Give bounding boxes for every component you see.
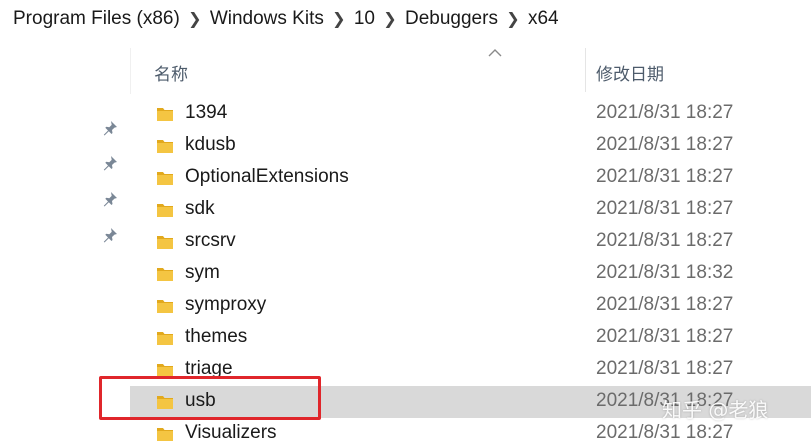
column-resize-handle[interactable] <box>585 48 586 92</box>
breadcrumb-item-x64[interactable]: x64 <box>528 8 559 30</box>
folder-icon <box>156 425 174 443</box>
file-row-sdk[interactable]: sdk 2021/8/31 18:27 <box>130 194 811 226</box>
breadcrumb-item-10[interactable]: 10 <box>354 8 375 30</box>
file-modified-date: 2021/8/31 18:27 <box>596 326 734 347</box>
column-header-row: 名称 修改日期 <box>130 44 811 94</box>
folder-icon <box>156 137 174 155</box>
sort-ascending-icon <box>488 49 502 57</box>
folder-icon <box>156 329 174 347</box>
file-row-symproxy[interactable]: symproxy 2021/8/31 18:27 <box>130 290 811 322</box>
folder-icon <box>156 201 174 219</box>
file-row-themes[interactable]: themes 2021/8/31 18:27 <box>130 322 811 354</box>
file-row-srcsrv[interactable]: srcsrv 2021/8/31 18:27 <box>130 226 811 258</box>
folder-icon <box>156 169 174 187</box>
file-name: Visualizers <box>185 422 277 443</box>
file-row-kdusb[interactable]: kdusb 2021/8/31 18:27 <box>130 130 811 162</box>
file-name: 1394 <box>185 102 228 123</box>
breadcrumb-item-windows-kits[interactable]: Windows Kits <box>210 8 324 30</box>
file-row-optionalextensions[interactable]: OptionalExtensions 2021/8/31 18:27 <box>130 162 811 194</box>
chevron-right-icon[interactable]: ❯ <box>375 9 405 29</box>
file-row-sym[interactable]: sym 2021/8/31 18:32 <box>130 258 811 290</box>
annotation-highlight-box <box>99 376 321 420</box>
pin-icon[interactable] <box>102 191 118 207</box>
breadcrumb-item-program-files-x86[interactable]: Program Files (x86) <box>13 8 180 30</box>
column-header-name[interactable]: 名称 <box>154 60 188 85</box>
pin-icon[interactable] <box>102 120 118 136</box>
column-divider <box>130 48 131 94</box>
file-name: sym <box>185 262 220 283</box>
folder-icon <box>156 265 174 283</box>
file-modified-date: 2021/8/31 18:27 <box>596 166 734 187</box>
file-name: symproxy <box>185 294 267 315</box>
chevron-right-icon[interactable]: ❯ <box>180 9 210 29</box>
pin-icon[interactable] <box>102 227 118 243</box>
folder-icon <box>156 105 174 123</box>
file-modified-date: 2021/8/31 18:27 <box>596 358 734 379</box>
file-modified-date: 2021/8/31 18:27 <box>596 294 734 315</box>
watermark: 知乎 @老狼 <box>662 398 769 422</box>
breadcrumb-item-debuggers[interactable]: Debuggers <box>405 8 498 30</box>
folder-icon <box>156 297 174 315</box>
file-name: OptionalExtensions <box>185 166 349 187</box>
chevron-right-icon[interactable]: ❯ <box>498 9 528 29</box>
file-modified-date: 2021/8/31 18:32 <box>596 262 734 283</box>
file-modified-date: 2021/8/31 18:27 <box>596 198 734 219</box>
folder-icon <box>156 233 174 251</box>
file-modified-date: 2021/8/31 18:27 <box>596 422 734 443</box>
file-name: sdk <box>185 198 215 219</box>
chevron-right-icon[interactable]: ❯ <box>324 9 354 29</box>
file-modified-date: 2021/8/31 18:27 <box>596 134 734 155</box>
file-modified-date: 2021/8/31 18:27 <box>596 102 734 123</box>
file-name: kdusb <box>185 134 236 155</box>
pin-icon[interactable] <box>102 155 118 171</box>
breadcrumb: Program Files (x86) ❯ Windows Kits ❯ 10 … <box>0 0 811 38</box>
column-header-modified[interactable]: 修改日期 <box>596 60 664 85</box>
file-row-1394[interactable]: 1394 2021/8/31 18:27 <box>130 98 811 130</box>
file-modified-date: 2021/8/31 18:27 <box>596 230 734 251</box>
file-name: themes <box>185 326 248 347</box>
file-name: srcsrv <box>185 230 236 251</box>
